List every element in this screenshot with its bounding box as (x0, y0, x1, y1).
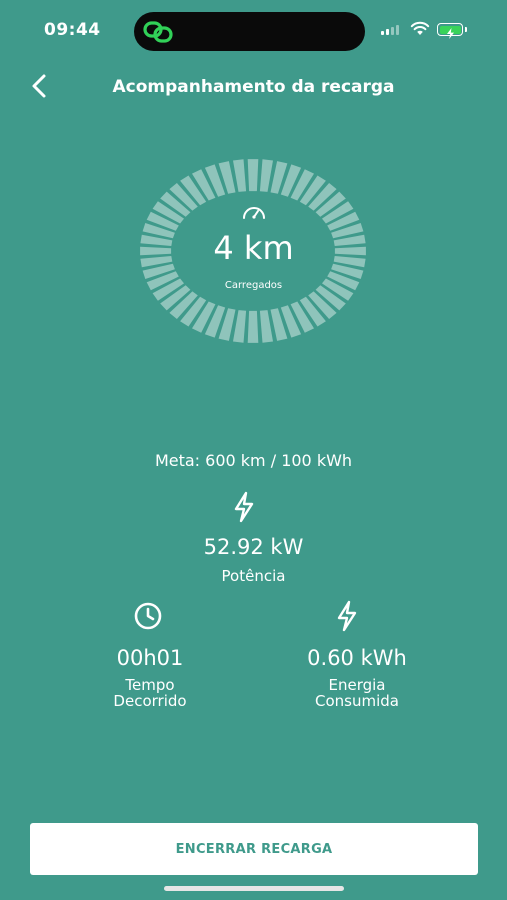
energy-consumed-label-line1: Energia (328, 676, 386, 694)
home-indicator (164, 886, 344, 891)
speedometer-icon (241, 203, 267, 225)
app-link-icon (142, 20, 176, 48)
elapsed-time-label-line1: Tempo (125, 676, 175, 694)
battery-cap (465, 27, 467, 32)
power-label: Potência (221, 567, 286, 585)
progress-segment (233, 310, 247, 343)
charge-goal: Meta: 600 km / 100 kWh (154, 451, 353, 470)
elapsed-time-value: 00h01 (116, 646, 184, 670)
charged-distance-label: Carregados (224, 280, 283, 291)
page-title: Acompanhamento da recarga (112, 77, 395, 97)
progress-segment (259, 310, 273, 343)
cellular-signal-icon (381, 25, 399, 35)
clock-icon (132, 600, 164, 636)
elapsed-time-label-line2: Decorrido (113, 692, 187, 710)
lightning-icon (233, 491, 255, 527)
progress-segment (247, 159, 259, 192)
progress-segment (247, 310, 259, 343)
wifi-icon (410, 21, 430, 40)
elapsed-time-label: Tempo Decorrido (80, 677, 220, 709)
end-charging-button[interactable]: ENCERRAR RECARGA (30, 823, 478, 875)
progress-segment (233, 159, 247, 192)
status-time: 09:44 (44, 20, 101, 40)
progress-segment (259, 159, 273, 192)
charging-bolt-icon (446, 24, 455, 43)
energy-consumed-value: 0.60 kWh (307, 646, 407, 670)
power-value: 52.92 kW (203, 535, 304, 559)
energy-consumed-label: Energia Consumida (276, 677, 438, 709)
energy-consumed-label-line2: Consumida (315, 692, 399, 710)
lightning-icon (336, 600, 358, 636)
charged-distance-value: 4 km (213, 229, 294, 267)
